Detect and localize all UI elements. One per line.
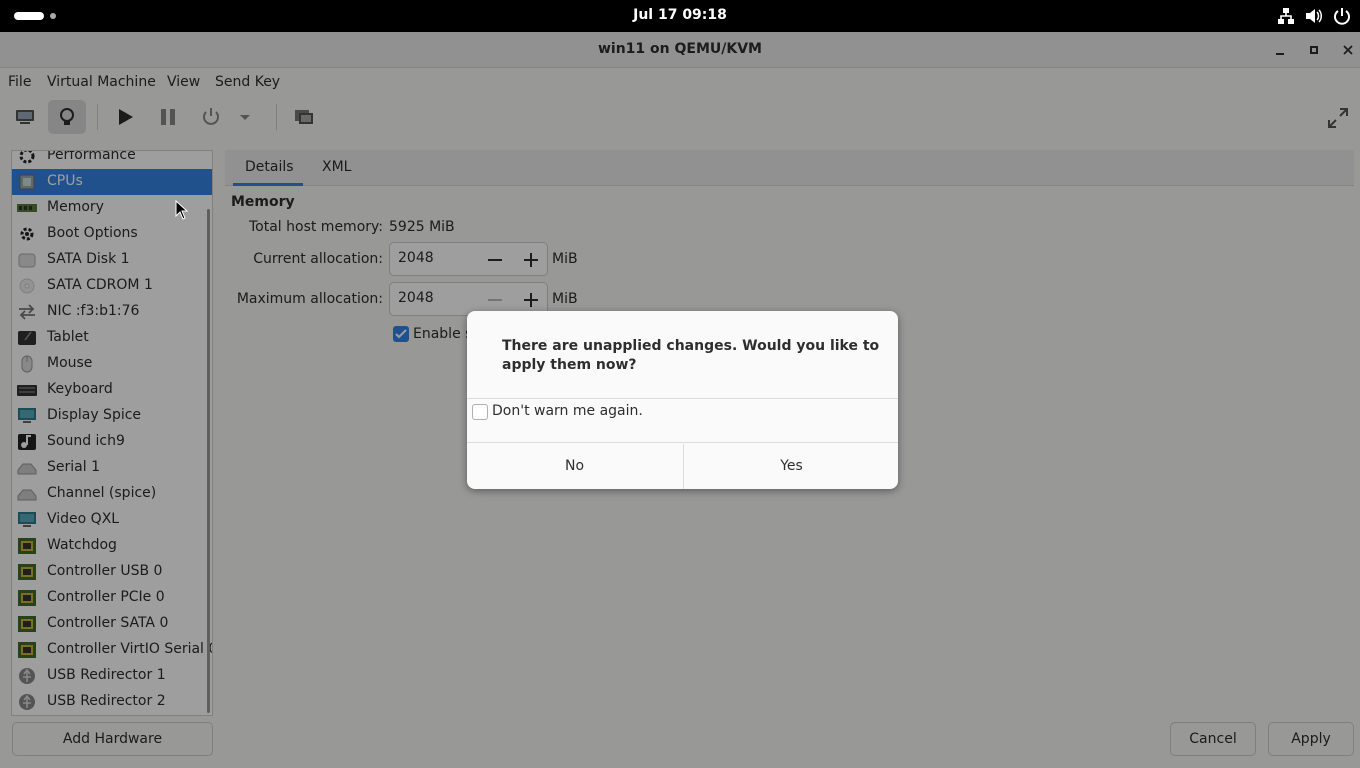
volume-icon[interactable] bbox=[1305, 7, 1323, 25]
network-icon[interactable] bbox=[1277, 7, 1295, 25]
vm-window: win11 on QEMU/KVM File Virtual Machine V… bbox=[0, 32, 1360, 768]
unapplied-changes-dialog: There are unapplied changes. Would you l… bbox=[467, 311, 898, 489]
mouse-pointer-icon bbox=[175, 200, 189, 220]
dialog-message: There are unapplied changes. Would you l… bbox=[502, 338, 880, 373]
yes-button[interactable]: Yes bbox=[684, 444, 898, 489]
system-top-bar: Jul 17 09:18 bbox=[0, 0, 1360, 32]
dont-warn-label[interactable]: Don't warn me again. bbox=[492, 403, 643, 419]
no-button[interactable]: No bbox=[467, 444, 682, 489]
clock[interactable]: Jul 17 09:18 bbox=[0, 7, 1360, 23]
dont-warn-checkbox[interactable] bbox=[472, 404, 488, 420]
power-icon[interactable] bbox=[1333, 7, 1351, 25]
dont-warn-row: Don't warn me again. bbox=[467, 398, 898, 443]
